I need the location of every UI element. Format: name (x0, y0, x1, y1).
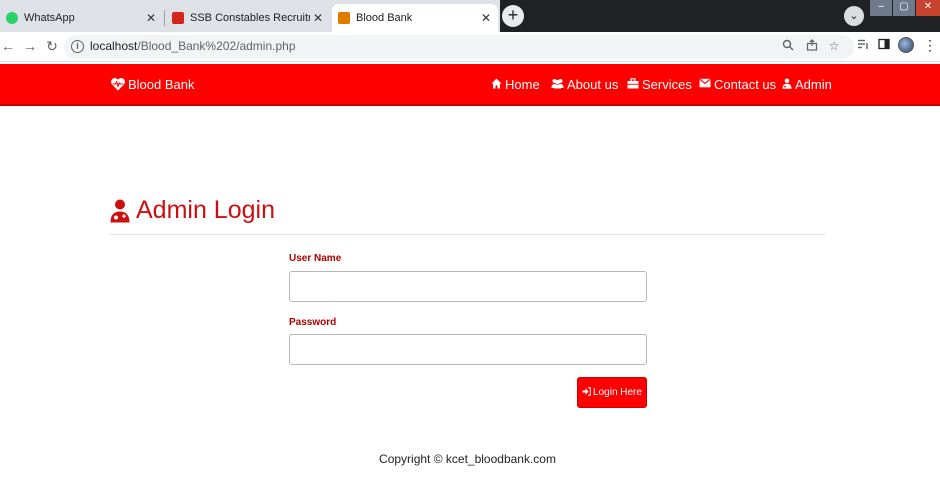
users-icon (551, 78, 564, 92)
close-tab-icon[interactable]: ✕ (310, 11, 326, 25)
nav-services[interactable]: Services (627, 77, 692, 92)
reading-list-icon[interactable] (855, 38, 871, 53)
nav-label: Admin (795, 77, 832, 92)
footer-copyright: Copyright © kcet_bloodbank.com (379, 452, 556, 466)
nav-label: Home (505, 77, 540, 92)
browser-tab-strip: WhatsApp ✕ SSB Constables Recruitment 20… (0, 0, 940, 32)
password-label: Password (289, 317, 337, 328)
share-icon[interactable] (804, 39, 820, 54)
address-bar[interactable]: i localhost/Blood_Bank%202/admin.php ☆ (64, 35, 854, 59)
user-md-icon (110, 199, 130, 222)
password-input[interactable] (289, 334, 647, 365)
nav-about-us[interactable]: About us (551, 77, 618, 92)
nav-contact-us[interactable]: Contact us (699, 77, 776, 92)
heartbeat-icon (111, 78, 125, 91)
sign-in-icon (582, 387, 591, 398)
profile-avatar[interactable] (898, 37, 914, 53)
tab-whatsapp[interactable]: WhatsApp ✕ (0, 4, 163, 32)
info-icon[interactable]: i (71, 40, 84, 53)
tab-divider (164, 10, 165, 26)
browser-toolbar: ← → ↻ i localhost/Blood_Bank%202/admin.p… (0, 32, 940, 62)
close-tab-icon[interactable]: ✕ (143, 11, 159, 25)
tab-label: SSB Constables Recruitment 2023 (190, 12, 310, 24)
tab-label: WhatsApp (24, 12, 75, 24)
tab-ssb-recruitment[interactable]: SSB Constables Recruitment 2023 ✕ (166, 4, 330, 32)
nav-home[interactable]: Home (491, 77, 540, 92)
ssb-favicon-icon (172, 12, 184, 24)
close-tab-icon[interactable]: ✕ (478, 11, 494, 25)
minimize-window-button[interactable]: – (870, 0, 892, 16)
url-host: localhost (90, 39, 138, 53)
briefcase-icon (627, 77, 639, 92)
forward-icon[interactable]: → (22, 38, 38, 54)
site-navbar: Blood Bank Home About us Services Contac… (0, 64, 940, 106)
close-window-button[interactable]: ✕ (916, 0, 940, 16)
page-title-text: Admin Login (136, 196, 275, 224)
tab-search-button[interactable]: ⌄ (844, 6, 864, 26)
reload-icon[interactable]: ↻ (44, 38, 60, 55)
page-title: Admin Login (110, 196, 275, 225)
login-button-label: Login Here (593, 387, 642, 398)
nav-label: Services (642, 77, 692, 92)
nav-label: Contact us (714, 77, 777, 92)
more-menu-icon[interactable]: ⋮ (922, 37, 938, 54)
maximize-window-button[interactable]: ▢ (893, 0, 915, 16)
tab-label: Blood Bank (356, 12, 413, 24)
bookmark-star-icon[interactable]: ☆ (826, 39, 842, 53)
username-label: User Name (289, 253, 342, 264)
login-button[interactable]: Login Here (577, 377, 647, 408)
url-path: /Blood_Bank%202/admin.php (137, 39, 296, 53)
side-panel-icon[interactable] (876, 38, 892, 53)
url-text[interactable]: localhost/Blood_Bank%202/admin.php (90, 39, 296, 53)
title-divider (110, 234, 825, 235)
nav-admin[interactable]: Admin (782, 77, 832, 92)
user-md-icon (782, 78, 792, 92)
username-input[interactable] (289, 271, 647, 302)
blood-bank-favicon-icon (338, 12, 350, 24)
home-icon (491, 78, 502, 92)
brand-logo[interactable]: Blood Bank (110, 76, 195, 92)
envelope-icon (699, 78, 711, 91)
new-tab-button[interactable]: + (502, 5, 524, 27)
zoom-icon[interactable] (780, 39, 796, 54)
brand-name: Blood Bank (128, 76, 195, 92)
nav-label: About us (567, 77, 619, 92)
tab-blood-bank[interactable]: Blood Bank ✕ (332, 4, 498, 32)
whatsapp-favicon-icon (6, 12, 18, 24)
back-icon[interactable]: ← (0, 38, 16, 54)
